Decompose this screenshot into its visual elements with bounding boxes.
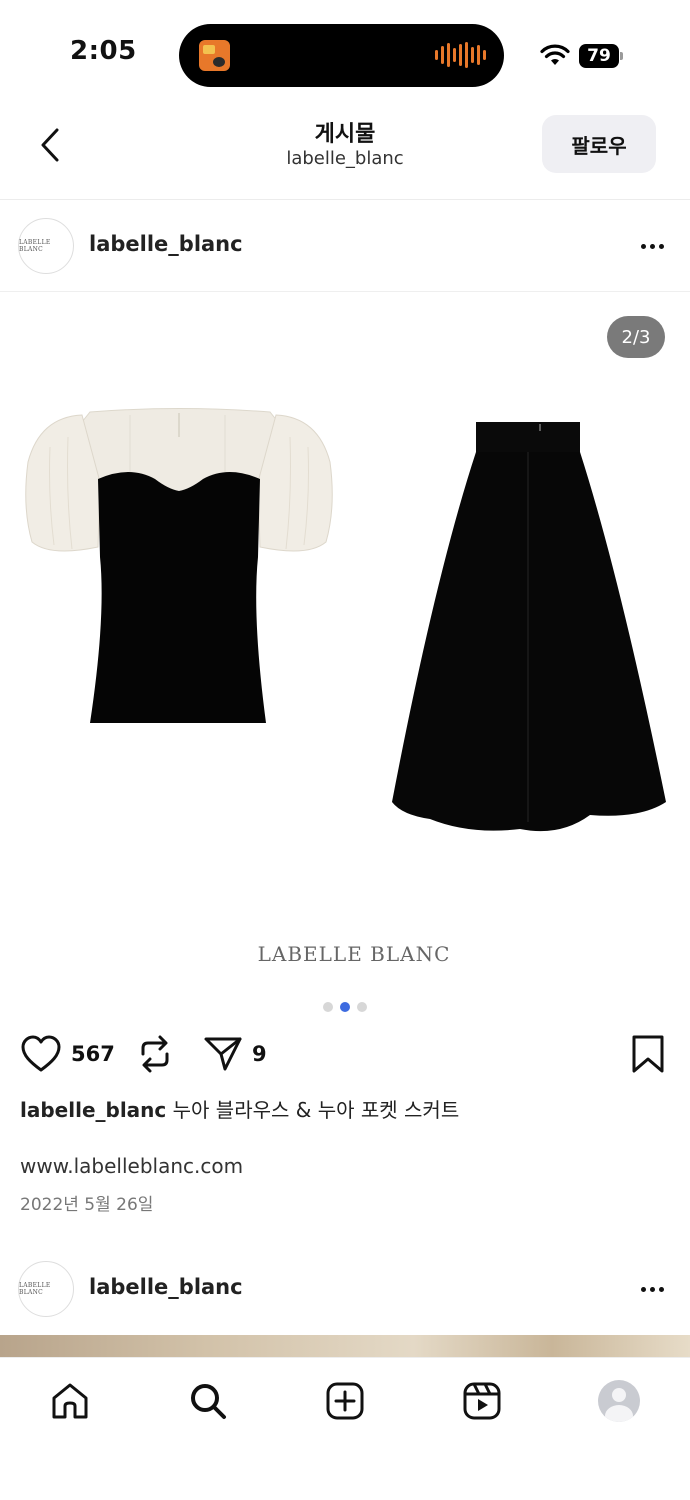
carousel-indicator	[0, 1002, 690, 1012]
tab-create[interactable]	[315, 1376, 375, 1426]
next-post-image[interactable]	[0, 1335, 690, 1357]
reels-icon	[463, 1382, 501, 1420]
post-username[interactable]: labelle_blanc	[89, 1275, 243, 1299]
create-post-icon	[326, 1382, 364, 1420]
app-header: 게시물 labelle_blanc 팔로우	[0, 100, 690, 200]
carousel-dot-active	[340, 1002, 350, 1012]
carousel-dot	[323, 1002, 333, 1012]
follow-button[interactable]: 팔로우	[542, 115, 656, 173]
bottom-tab-bar	[0, 1357, 690, 1500]
home-icon	[52, 1383, 88, 1419]
share-count[interactable]: 9	[252, 1042, 267, 1066]
tab-search[interactable]	[178, 1376, 238, 1426]
status-time: 2:05	[70, 36, 137, 66]
now-playing-artwork	[199, 40, 230, 71]
caption-link[interactable]: www.labelleblanc.com	[20, 1154, 243, 1178]
like-count[interactable]: 567	[71, 1042, 115, 1066]
send-icon[interactable]	[203, 1035, 243, 1073]
profile-avatar-icon	[598, 1380, 640, 1422]
caption-text: 누아 블라우스 & 누아 포켓 스커트	[166, 1098, 460, 1122]
audio-waveform-icon	[435, 42, 486, 68]
repost-icon[interactable]	[135, 1034, 175, 1074]
wifi-icon	[540, 44, 570, 65]
post-caption: labelle_blanc 누아 블라우스 & 누아 포켓 스커트	[20, 1094, 459, 1123]
carousel-dot	[357, 1002, 367, 1012]
more-options-button[interactable]	[632, 1273, 672, 1305]
brand-watermark: LABELLE BLANC	[257, 942, 451, 966]
post-header: LABELLE BLANC labelle_blanc	[0, 200, 690, 292]
tab-profile[interactable]	[589, 1376, 649, 1426]
avatar[interactable]: LABELLE BLANC	[18, 1261, 74, 1317]
tab-home[interactable]	[40, 1376, 100, 1426]
post-actions: 567 9	[0, 1030, 690, 1080]
search-icon	[191, 1384, 226, 1419]
heart-icon[interactable]	[20, 1034, 62, 1074]
battery-icon: 79	[579, 44, 623, 68]
bookmark-icon[interactable]	[631, 1034, 665, 1074]
status-bar: 2:05 79	[0, 0, 690, 100]
post-username[interactable]: labelle_blanc	[89, 232, 243, 256]
avatar[interactable]: LABELLE BLANC	[18, 218, 74, 274]
more-options-button[interactable]	[632, 230, 672, 262]
post-date: 2022년 5월 26일	[20, 1195, 154, 1215]
post-image-carousel[interactable]: 2/3 LABELLE BLANC	[0, 292, 690, 992]
next-post-header: LABELLE BLANC labelle_blanc	[0, 1243, 690, 1335]
tab-reels[interactable]	[452, 1376, 512, 1426]
battery-level: 79	[579, 44, 619, 68]
caption-username[interactable]: labelle_blanc	[20, 1098, 166, 1122]
blouse-product-image	[25, 408, 333, 723]
skirt-product-image	[392, 422, 666, 832]
image-counter-badge: 2/3	[607, 316, 665, 358]
dynamic-island[interactable]	[179, 24, 504, 87]
